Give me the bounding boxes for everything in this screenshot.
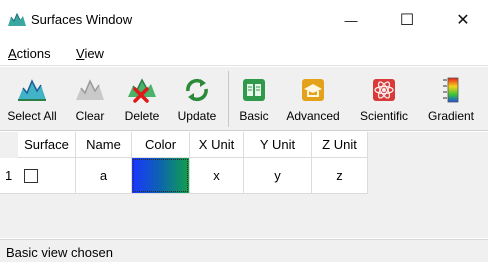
column-header-color[interactable]: Color [132, 132, 190, 158]
minimize-button[interactable]: — [328, 0, 374, 40]
column-header-surface[interactable]: Surface [18, 132, 76, 158]
column-header-name[interactable]: Name [76, 132, 132, 158]
column-header-x-unit[interactable]: X Unit [190, 132, 244, 158]
maximize-icon: ☐ [399, 12, 415, 29]
clear-button[interactable]: Clear [64, 67, 116, 131]
refresh-icon [182, 75, 212, 105]
app-surface-icon [8, 12, 26, 26]
close-icon: ✕ [456, 12, 470, 29]
scientific-button[interactable]: Scientific [354, 67, 414, 131]
surface-icon [17, 75, 47, 105]
gradient-button[interactable]: Gradient [420, 67, 482, 131]
menu-actions[interactable]: Actions [8, 46, 51, 61]
status-bar: Basic view chosen [0, 239, 488, 262]
basic-book-icon [239, 75, 269, 105]
color-gradient-swatch[interactable] [132, 158, 189, 193]
close-button[interactable]: ✕ [440, 0, 486, 40]
menu-view[interactable]: View [76, 46, 104, 61]
atom-icon [369, 75, 399, 105]
color-cell[interactable] [132, 158, 190, 194]
window-title: Surfaces Window [31, 12, 133, 27]
x-unit-cell[interactable]: x [190, 158, 244, 194]
title-bar: Surfaces Window — ☐ ✕ [0, 0, 488, 40]
gradient-bar-icon [436, 75, 466, 105]
select-all-button[interactable]: Select All [2, 67, 62, 131]
surface-delete-icon [127, 75, 157, 105]
z-unit-cell[interactable]: z [312, 158, 368, 194]
advanced-button[interactable]: Advanced [280, 67, 346, 131]
column-header-z-unit[interactable]: Z Unit [312, 132, 368, 158]
surface-cell[interactable] [18, 158, 76, 194]
delete-button[interactable]: Delete [118, 67, 166, 131]
surface-gray-icon [75, 75, 105, 105]
status-text: Basic view chosen [6, 245, 113, 260]
minimize-icon: — [344, 12, 358, 28]
surfaces-table: Surface Name Color X Unit Y Unit Z Unit … [0, 132, 488, 238]
y-unit-cell[interactable]: y [244, 158, 312, 194]
surface-checkbox[interactable] [24, 168, 38, 183]
basic-button[interactable]: Basic [234, 67, 274, 131]
advanced-hat-icon [298, 75, 328, 105]
update-button[interactable]: Update [170, 67, 224, 131]
column-header-y-unit[interactable]: Y Unit [244, 132, 312, 158]
toolbar: Select All Clear Delete Update Basic Adv… [0, 67, 488, 131]
name-cell[interactable]: a [76, 158, 132, 194]
toolbar-separator [228, 71, 229, 127]
menu-bar: Actions View [0, 41, 488, 66]
table-corner[interactable] [0, 132, 18, 158]
row-header[interactable]: 1 [0, 158, 18, 194]
maximize-button[interactable]: ☐ [384, 0, 430, 40]
